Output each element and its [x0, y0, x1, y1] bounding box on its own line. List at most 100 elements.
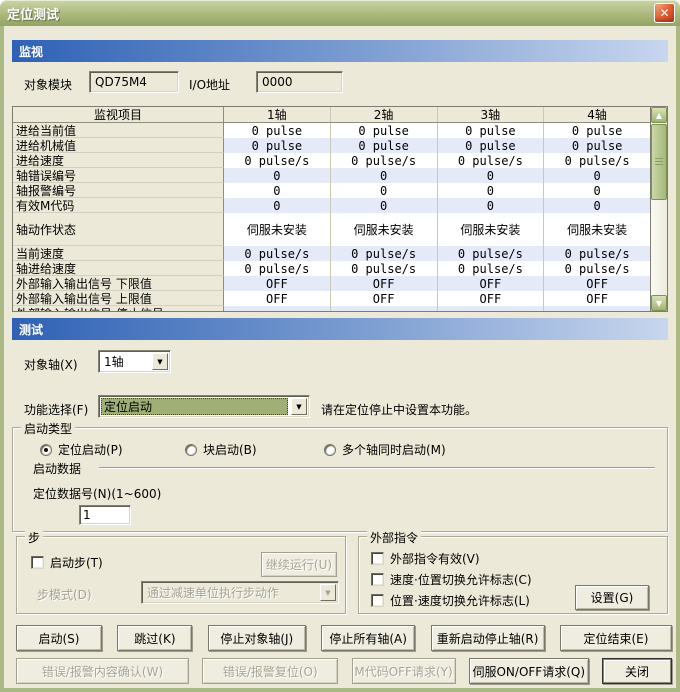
monitor-value-axis-1: 0 pulse [224, 123, 331, 138]
function-select-combo[interactable]: 定位启动 ▼ [98, 395, 310, 418]
close-icon: ✕ [659, 6, 669, 20]
monitor-value-axis-4: 0 pulse/s [544, 246, 650, 261]
scroll-up-icon[interactable]: ▲ [651, 107, 667, 123]
monitor-table-row: 轴报警编号0000 [13, 183, 650, 198]
external-command-group: 外部指令 外部指令有效(V)速度·位置切换允许标志(C)位置·速度切换允许标志(… [358, 536, 668, 614]
monitor-table-row: 外部输入输出信号 停止信号 [13, 306, 650, 311]
dialog-content: 监视 对象模块 QD75M4 I/O地址 0000 监视项目1轴2轴3轴4轴 进… [4, 26, 676, 688]
monitor-value-axis-2: 0 pulse/s [331, 261, 438, 276]
monitor-item-label: 进给速度 [13, 153, 224, 168]
chevron-down-icon[interactable]: ▼ [291, 398, 307, 415]
function-hint-text: 请在定位停止中设置本功能。 [321, 401, 477, 418]
io-address-value-field: 0000 [256, 71, 343, 93]
external-checkbox-2[interactable]: 速度·位置切换允许标志(C) [371, 571, 532, 588]
external-checkbox-1[interactable]: 外部指令有效(V) [371, 550, 480, 567]
io-address-label: I/O地址 [189, 76, 230, 93]
action-button-W: 错误/报警内容确认(W) [16, 658, 189, 684]
monitor-table: 监视项目1轴2轴3轴4轴 进给当前值0 pulse0 pulse0 pulse0… [12, 106, 668, 312]
monitor-table-row: 进给速度0 pulse/s0 pulse/s0 pulse/s0 pulse/s [13, 153, 650, 168]
module-value-field: QD75M4 [89, 71, 179, 93]
radio-icon[interactable] [40, 444, 52, 456]
action-button-btn4[interactable]: 关闭 [602, 658, 672, 684]
test-section-title: 测试 [19, 321, 43, 338]
monitor-value-axis-2: 0 pulse [331, 123, 438, 138]
column-header-axis-4: 4轴 [544, 107, 650, 122]
button-row-primary: 启动(S) 跳过(K) 停止对象轴(J) 停止所有轴(A) 重新启动停止轴(R) 定位结束… [16, 625, 672, 651]
chevron-down-icon: ▼ [320, 584, 336, 601]
monitor-table-row: 外部输入输出信号 下限值OFFOFFOFFOFF [13, 276, 650, 291]
monitor-value-axis-3: 0 pulse [438, 123, 545, 138]
window-title: 定位测试 [7, 4, 59, 23]
close-button[interactable]: ✕ [654, 3, 675, 23]
external-checkbox-3[interactable]: 位置·速度切换允许标志(L) [371, 592, 530, 609]
monitor-table-header: 监视项目1轴2轴3轴4轴 [13, 107, 650, 123]
action-button-MOFFY: M代码OFF请求(Y) [352, 658, 456, 684]
checkbox-icon[interactable] [371, 552, 384, 565]
scrollbar-track[interactable] [651, 123, 667, 295]
monitor-value-axis-4: 0 pulse/s [544, 153, 650, 168]
action-button-J[interactable]: 停止对象轴(J) [208, 625, 306, 651]
monitor-value-axis-3: OFF [438, 276, 545, 291]
checkbox-icon[interactable] [31, 556, 44, 569]
step-mode-label: 步模式(D) [37, 586, 92, 603]
start-type-group: 启动类型 定位启动(P)块启动(B)多个轴同时启动(M) 启动数据 定位数据号(… [12, 427, 668, 532]
scroll-down-icon[interactable]: ▼ [651, 295, 667, 311]
monitor-item-label: 外部输入输出信号 停止信号 [13, 306, 224, 311]
monitor-section-title: 监视 [19, 43, 43, 60]
monitor-item-label: 轴进给速度 [13, 261, 224, 276]
monitor-table-row: 有效M代码0000 [13, 198, 650, 213]
checkbox-icon[interactable] [371, 594, 384, 607]
monitor-item-label: 轴报警编号 [13, 183, 224, 198]
monitor-value-axis-1: OFF [224, 276, 331, 291]
monitor-value-axis-1: 伺服未安装 [224, 213, 331, 246]
step-mode-value: 通过减速单位执行步动作 [144, 584, 317, 601]
monitor-value-axis-3: 0 pulse [438, 138, 545, 153]
titlebar[interactable]: 定位测试 ✕ [0, 0, 680, 26]
column-header-axis-2: 2轴 [331, 107, 438, 122]
monitor-value-axis-3 [438, 306, 545, 311]
step-mode-combo: 通过减速单位执行步动作 ▼ [141, 581, 339, 604]
monitor-table-row: 进给当前值0 pulse0 pulse0 pulse0 pulse [13, 123, 650, 138]
scrollbar-thumb[interactable] [651, 124, 667, 200]
monitor-value-axis-1: 0 pulse [224, 138, 331, 153]
action-button-S[interactable]: 启动(S) [16, 625, 102, 651]
monitor-value-axis-4: 0 pulse [544, 138, 650, 153]
action-button-R[interactable]: 重新启动停止轴(R) [431, 625, 545, 651]
step-group: 步 启动步(T) 继续运行(U) 步模式(D) 通过减速单位执行步动作 ▼ [16, 536, 346, 614]
monitor-value-axis-3: 伺服未安装 [438, 213, 545, 246]
button-row-secondary: 错误/报警内容确认(W)错误/报警复位(O)M代码OFF请求(Y)伺服ON/OF… [16, 658, 672, 684]
target-axis-combo[interactable]: 1轴 ▼ [98, 350, 171, 373]
radio-icon[interactable] [185, 444, 197, 456]
start-type-radio-label: 定位启动(P) [58, 441, 123, 458]
monitor-value-axis-1: 0 [224, 183, 331, 198]
action-button-ONOFFQ[interactable]: 伺服ON/OFF请求(Q) [469, 658, 589, 684]
action-button-E[interactable]: 定位结束(E) [560, 625, 672, 651]
function-select-label: 功能选择(F) [24, 401, 88, 418]
monitor-value-axis-1: 0 pulse/s [224, 153, 331, 168]
monitor-table-scrollbar[interactable]: ▲ ▼ [650, 107, 667, 311]
monitor-table-row: 外部输入输出信号 上限值OFFOFFOFFOFF [13, 291, 650, 306]
monitor-value-axis-4: 0 pulse/s [544, 261, 650, 276]
radio-icon[interactable] [324, 444, 336, 456]
target-axis-label: 对象轴(X) [24, 356, 78, 373]
checkbox-icon[interactable] [371, 573, 384, 586]
monitor-value-axis-3: OFF [438, 291, 545, 306]
action-button-A[interactable]: 停止所有轴(A) [321, 625, 415, 651]
positioning-data-no-label: 定位数据号(N)(1~600) [33, 485, 161, 502]
action-button-K[interactable]: 跳过(K) [117, 625, 192, 651]
monitor-section-header: 监视 [12, 40, 668, 62]
target-axis-value: 1轴 [101, 353, 149, 370]
start-type-radio-label: 块启动(B) [203, 441, 257, 458]
start-type-group-title: 启动类型 [21, 420, 75, 437]
start-step-checkbox[interactable]: 启动步(T) [31, 554, 103, 571]
start-type-radio-2[interactable]: 块启动(B) [185, 441, 257, 458]
monitor-value-axis-1: 0 pulse/s [224, 246, 331, 261]
positioning-test-dialog: 定位测试 ✕ 监视 对象模块 QD75M4 I/O地址 0000 监视项目1轴2… [0, 0, 680, 692]
start-type-radio-1[interactable]: 定位启动(P) [40, 441, 123, 458]
positioning-data-no-input[interactable] [79, 505, 131, 525]
step-group-title: 步 [25, 529, 43, 546]
set-button[interactable]: 设置(G) [575, 585, 649, 610]
monitor-item-label: 进给机械值 [13, 138, 224, 153]
chevron-down-icon[interactable]: ▼ [152, 353, 168, 370]
start-type-radio-3[interactable]: 多个轴同时启动(M) [324, 441, 446, 458]
